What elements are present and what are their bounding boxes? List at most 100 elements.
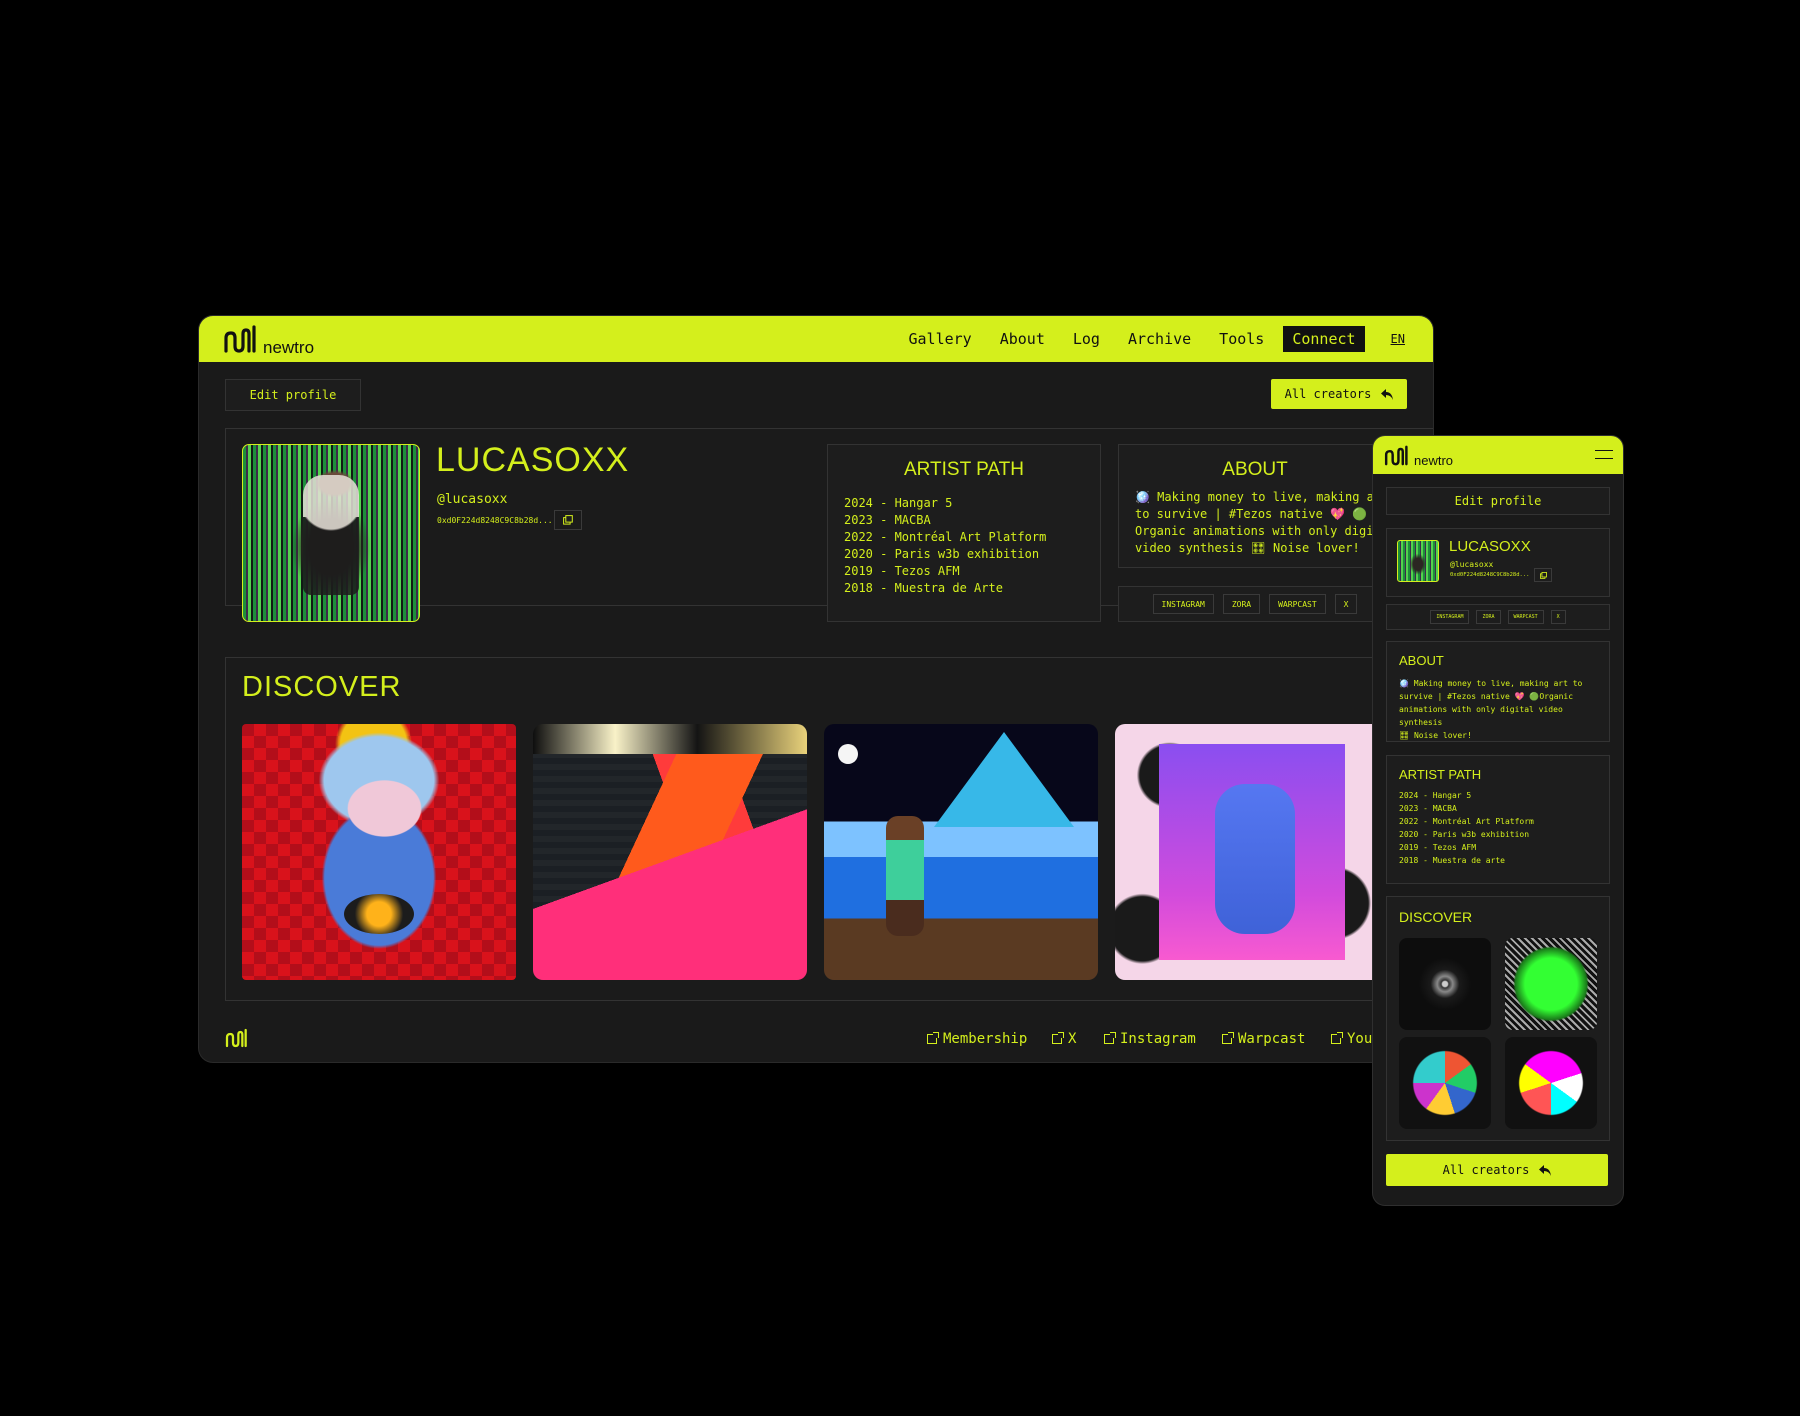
- social-zora[interactable]: ZORA: [1222, 594, 1261, 614]
- profile-handle: @lucasoxx: [1450, 560, 1494, 569]
- list-item: 2022 - Montréal Art Platform: [1399, 817, 1534, 826]
- nav-archive[interactable]: Archive: [1119, 326, 1200, 352]
- external-link-icon: [927, 1032, 939, 1044]
- avatar[interactable]: [1397, 540, 1439, 582]
- back-arrow-icon: [1381, 388, 1394, 400]
- about-text: 🪩 Making money to live, making art to su…: [1399, 677, 1609, 742]
- artwork-detail: [934, 732, 1074, 827]
- all-creators-label: All creators: [1284, 387, 1372, 401]
- about-line: animations with only digital video synth…: [1399, 705, 1563, 727]
- socials-card: INSTAGRAM ZORA WARPCAST X: [1118, 586, 1392, 622]
- profile-name: LUCASOXX: [1449, 538, 1531, 555]
- artwork-card[interactable]: [1399, 1037, 1491, 1129]
- footer-link-label: Membership: [943, 1031, 1028, 1047]
- artist-path-list: 2024 - Hangar 5 2023 - MACBA 2022 - Mont…: [1399, 789, 1534, 867]
- social-x[interactable]: X: [1550, 610, 1566, 624]
- wallet-address: 0xd0F224d8248C9C8b28d...: [1450, 572, 1530, 578]
- brand-name[interactable]: newtro: [1414, 453, 1453, 468]
- list-item: 2024 - Hangar 5: [844, 496, 953, 510]
- social-x[interactable]: X: [1334, 594, 1358, 614]
- about-title: ABOUT: [1222, 459, 1288, 480]
- artwork-card[interactable]: [1505, 938, 1597, 1030]
- desktop-window: newtro Gallery About Log Archive Tools C…: [199, 316, 1433, 1062]
- external-link-icon: [1222, 1032, 1234, 1044]
- about-line: survive | #Tezos native 💖 🟢Organic: [1399, 692, 1574, 701]
- footer-link-instagram[interactable]: Instagram: [1104, 1031, 1196, 1047]
- back-arrow-icon: [1539, 1164, 1552, 1176]
- artwork-detail: [1215, 784, 1295, 934]
- nav-about[interactable]: About: [991, 326, 1054, 352]
- list-item: 2018 - Muestra de arte: [1399, 856, 1505, 865]
- mobile-artist-path-card: ARTIST PATH 2024 - Hangar 5 2023 - MACBA…: [1386, 755, 1610, 884]
- artwork-card[interactable]: [1505, 1037, 1597, 1129]
- connect-button[interactable]: Connect: [1283, 326, 1365, 352]
- brand-name[interactable]: newtro: [263, 338, 314, 358]
- social-warpcast[interactable]: WARPCAST: [1269, 594, 1326, 614]
- footer: Membership X Instagram Warpcast You: [199, 1012, 1433, 1062]
- artist-path-card: ARTIST PATH 2024 - Hangar 5 2023 - MACBA…: [827, 444, 1101, 622]
- hamburger-menu-icon[interactable]: [1595, 450, 1613, 459]
- footer-link-x[interactable]: X: [1052, 1031, 1076, 1047]
- artwork-detail: [838, 744, 858, 764]
- footer-link-youtube[interactable]: You: [1331, 1031, 1372, 1047]
- artwork-card[interactable]: [533, 724, 807, 980]
- social-instagram[interactable]: INSTAGRAM: [1152, 594, 1214, 614]
- list-item: 2019 - Tezos AFM: [1399, 843, 1477, 852]
- language-selector[interactable]: EN: [1391, 332, 1405, 346]
- copy-icon: [1539, 571, 1547, 579]
- external-link-icon: [1052, 1032, 1064, 1044]
- newtro-logo-icon[interactable]: [225, 1027, 249, 1049]
- list-item: 2018 - Muestra de Arte: [844, 581, 1003, 595]
- edit-profile-button[interactable]: Edit profile: [1386, 487, 1610, 515]
- about-line: 🪩 Making money to live, making art to: [1399, 679, 1583, 688]
- about-line: 🪩 Making money to live, making art: [1135, 490, 1389, 504]
- all-creators-button[interactable]: All creators: [1271, 379, 1407, 409]
- artwork-card[interactable]: [824, 724, 1098, 980]
- list-item: 2019 - Tezos AFM: [844, 564, 960, 578]
- artwork-card[interactable]: [242, 724, 516, 980]
- edit-profile-button[interactable]: Edit profile: [225, 379, 361, 411]
- all-creators-label: All creators: [1442, 1163, 1530, 1177]
- profile-handle: @lucasoxx: [437, 492, 508, 507]
- about-line: 🎛 Noise lover!: [1399, 731, 1472, 740]
- all-creators-button[interactable]: All creators: [1386, 1154, 1608, 1186]
- footer-link-label: X: [1068, 1031, 1077, 1047]
- nav-log[interactable]: Log: [1064, 326, 1109, 352]
- copy-wallet-button[interactable]: [1534, 568, 1552, 582]
- external-link-icon: [1104, 1032, 1116, 1044]
- artwork-card[interactable]: [1399, 938, 1491, 1030]
- nav-tools[interactable]: Tools: [1210, 326, 1273, 352]
- artwork-card[interactable]: [1115, 724, 1389, 980]
- copy-icon: [563, 515, 573, 525]
- social-zora[interactable]: ZORA: [1476, 610, 1501, 624]
- about-title: ABOUT: [1399, 653, 1444, 668]
- discover-title: DISCOVER: [1399, 909, 1473, 925]
- newtro-logo-icon[interactable]: [223, 324, 259, 354]
- mobile-about-card: ABOUT 🪩 Making money to live, making art…: [1386, 641, 1610, 742]
- list-item: 2020 - Paris w3b exhibition: [844, 547, 1040, 561]
- mobile-socials: INSTAGRAM ZORA WARPCAST X: [1386, 604, 1610, 630]
- artist-path-list: 2024 - Hangar 5 2023 - MACBA 2022 - Mont…: [844, 495, 1046, 597]
- artist-path-title: ARTIST PATH: [903, 459, 1024, 480]
- social-instagram[interactable]: INSTAGRAM: [1430, 610, 1470, 624]
- main-nav: Gallery About Log Archive Tools Connect …: [889, 325, 1405, 353]
- header-bar: newtro Gallery About Log Archive Tools C…: [199, 316, 1433, 362]
- mobile-profile-card: LUCASOXX @lucasoxx 0xd0F224d8248C9C8b28d…: [1386, 528, 1610, 597]
- footer-link-membership[interactable]: Membership: [927, 1031, 1027, 1047]
- social-warpcast[interactable]: WARPCAST: [1507, 610, 1544, 624]
- footer-link-label: Instagram: [1120, 1031, 1196, 1047]
- list-item: 2023 - MACBA: [844, 513, 931, 527]
- newtro-logo-icon[interactable]: [1384, 444, 1410, 467]
- about-line: Organic animations with only digital: [1135, 524, 1396, 538]
- copy-wallet-button[interactable]: [554, 510, 582, 530]
- artwork-detail: [533, 724, 807, 754]
- footer-link-warpcast[interactable]: Warpcast: [1222, 1031, 1305, 1047]
- artwork-detail: [886, 816, 924, 936]
- avatar-figure: [303, 475, 359, 595]
- footer-link-label: Warpcast: [1238, 1031, 1306, 1047]
- mobile-discover-card: DISCOVER: [1386, 896, 1610, 1141]
- avatar[interactable]: [242, 444, 420, 622]
- profile-name: LUCASOXX: [436, 441, 630, 479]
- discover-title: DISCOVER: [242, 671, 402, 703]
- nav-gallery[interactable]: Gallery: [899, 326, 980, 352]
